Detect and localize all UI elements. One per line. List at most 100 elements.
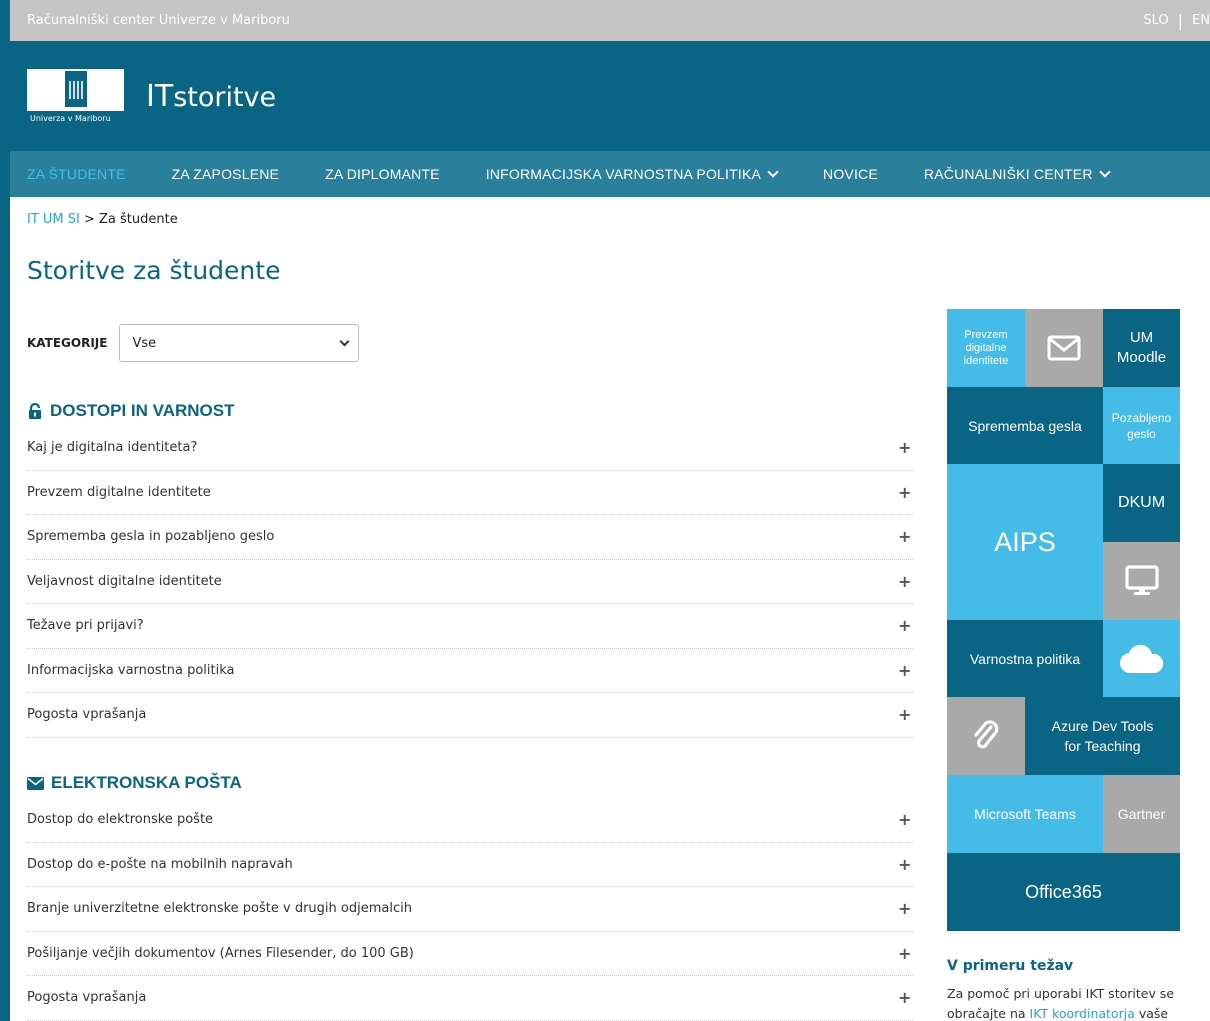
lang-slo-link[interactable]: SLO: [1143, 13, 1168, 28]
plus-icon: +: [898, 482, 912, 502]
chevron-down-icon: [340, 336, 350, 346]
item-label: Pošiljanje večjih dokumentov (Arnes File…: [27, 945, 414, 961]
logo-text: Univerza v Mariboru: [27, 111, 124, 127]
list-item[interactable]: Kaj je digitalna identiteta? +: [27, 426, 913, 471]
envelope-icon: [27, 776, 44, 790]
envelope-icon: [1047, 335, 1081, 361]
nav-za-diplomante[interactable]: ZA DIPLOMANTE: [325, 166, 440, 182]
plus-icon: +: [898, 810, 912, 830]
list-item[interactable]: Branje univerzitetne elektronske pošte v…: [27, 887, 913, 932]
item-label: Kaj je digitalna identiteta?: [27, 440, 198, 456]
tile-label: Office365: [1025, 881, 1102, 902]
tile-microsoft-teams[interactable]: Microsoft Teams: [947, 775, 1103, 853]
item-label: Pogosta vprašanja: [27, 707, 147, 723]
paperclip-icon: [974, 720, 999, 749]
university-logo[interactable]: Univerza v Mariboru: [27, 69, 124, 127]
section-title: ELEKTRONSKA POŠTA: [51, 773, 242, 792]
plus-icon: +: [898, 571, 912, 591]
brand-it: IT: [146, 79, 174, 114]
breadcrumb: IT UM SI > Za študente: [27, 212, 178, 227]
lang-eng-link[interactable]: ENG: [1192, 13, 1210, 28]
tile-azure-dev-tools[interactable]: Azure Dev Tools for Teaching: [1025, 697, 1180, 775]
nav-novice[interactable]: NOVICE: [823, 166, 878, 182]
tile-label: Microsoft Teams: [974, 806, 1076, 822]
item-label: Branje univerzitetne elektronske pošte v…: [27, 901, 412, 917]
tile-email[interactable]: [1025, 309, 1103, 387]
tile-computer[interactable]: [1103, 542, 1180, 620]
breadcrumb-current: Za študente: [99, 212, 178, 227]
tile-label: Pozabljeno geslo: [1111, 410, 1172, 441]
tile-dkum[interactable]: DKUM: [1103, 464, 1180, 542]
nav-label: NOVICE: [823, 166, 878, 182]
cloud-icon: [1119, 644, 1163, 673]
list-item[interactable]: Težave pri prijavi? +: [27, 604, 913, 649]
tile-attachment[interactable]: [947, 697, 1025, 775]
section-title: DOSTOPI IN VARNOST: [50, 401, 235, 420]
list-item[interactable]: Veljavnost digitalne identitete +: [27, 560, 913, 604]
tile-sprememba-gesla[interactable]: Sprememba gesla: [947, 387, 1103, 464]
tile-label: Prevzem digitalne identitete: [963, 328, 1009, 367]
page-title: Storitve za študente: [27, 256, 281, 285]
tile-label: Gartner: [1117, 806, 1166, 822]
category-select[interactable]: Vse: [119, 324, 360, 362]
nav-label: INFORMACIJSKA VARNOSTNA POLITIKA: [485, 166, 762, 182]
item-label: Težave pri prijavi?: [27, 618, 144, 634]
list-item[interactable]: Prevzem digitalne identitete +: [27, 471, 913, 515]
plus-icon: +: [898, 616, 912, 636]
tile-label: AIPS: [994, 526, 1056, 557]
tile-prevzem[interactable]: Prevzem digitalne identitete: [947, 309, 1025, 387]
quick-links-tiles: Prevzem digitalne identitete UM Moodle S…: [947, 309, 1180, 931]
list-item[interactable]: Pogosta vprašanja +: [27, 693, 913, 738]
section-heading: DOSTOPI IN VARNOST: [27, 396, 913, 426]
tile-gartner[interactable]: Gartner: [1103, 775, 1180, 853]
tile-label: DKUM: [1117, 494, 1166, 511]
language-switcher: SLO | ENG: [1143, 11, 1210, 30]
breadcrumb-home-link[interactable]: IT UM SI: [27, 212, 80, 227]
item-label: Dostop do elektronske pošte: [27, 812, 214, 828]
help-text: Za pomoč pri uporabi IKT storitev se obr…: [947, 984, 1187, 1021]
brand-rest: storitve: [173, 82, 277, 113]
tile-varnostna-politika[interactable]: Varnostna politika: [947, 620, 1103, 697]
page: Računalniški center Univerze v Mariboru …: [10, 0, 1210, 1021]
item-label: Informacijska varnostna politika: [27, 662, 235, 678]
tile-pozabljeno-geslo[interactable]: Pozabljeno geslo: [1103, 387, 1180, 464]
item-label: Sprememba gesla in pozabljeno geslo: [27, 529, 275, 545]
list-item[interactable]: Pošiljanje večjih dokumentov (Arnes File…: [27, 932, 913, 976]
category-filter: KATEGORIJE Vse: [27, 324, 360, 362]
lock-icon: [29, 403, 41, 419]
nav-label: ZA ZAPOSLENE: [171, 166, 280, 182]
tile-office365[interactable]: Office365: [947, 853, 1180, 931]
main-nav: ZA ŠTUDENTE ZA ZAPOSLENE ZA DIPLOMANTE I…: [10, 151, 1210, 197]
building-icon: [65, 71, 87, 107]
brand-title[interactable]: ITstoritve: [146, 79, 276, 116]
tile-cloud[interactable]: [1103, 620, 1180, 697]
site-header: Univerza v Mariboru ITstoritve: [10, 41, 1210, 151]
help-box: V primeru težav Za pomoč pri uporabi IKT…: [947, 958, 1187, 1021]
plus-icon: +: [898, 988, 912, 1008]
ikt-koordinator-link[interactable]: IKT koordinatorja: [1030, 1006, 1135, 1021]
lang-separator: |: [1177, 11, 1183, 30]
category-label: KATEGORIJE: [27, 336, 108, 350]
list-item[interactable]: Dostop do elektronske pošte +: [27, 798, 913, 843]
nav-label: RAČUNALNIŠKI CENTER: [923, 166, 1093, 182]
tile-label: Sprememba gesla: [968, 417, 1082, 434]
nav-racunalniski-center[interactable]: RAČUNALNIŠKI CENTER: [923, 166, 1111, 182]
plus-icon: +: [898, 438, 912, 458]
site-title: Računalniški center Univerze v Mariboru: [27, 13, 290, 28]
tile-aips[interactable]: AIPS: [947, 464, 1103, 620]
nav-za-zaposlene[interactable]: ZA ZAPOSLENE: [172, 166, 279, 182]
list-item[interactable]: Pogosta vprašanja +: [27, 976, 913, 1021]
nav-varnostna-politika[interactable]: INFORMACIJSKA VARNOSTNA POLITIKA: [485, 166, 779, 182]
tile-um-moodle[interactable]: UM Moodle: [1103, 309, 1180, 387]
nav-za-studente[interactable]: ZA ŠTUDENTE: [27, 166, 126, 182]
tile-label: Azure Dev Tools for Teaching: [1051, 718, 1154, 754]
list-item[interactable]: Informacijska varnostna politika +: [27, 649, 913, 693]
item-label: Prevzem digitalne identitete: [27, 484, 211, 500]
monitor-icon: [1124, 565, 1159, 595]
plus-icon: +: [898, 660, 912, 680]
section-elektronska-posta: ELEKTRONSKA POŠTA Dostop do elektronske …: [27, 768, 913, 1021]
list-item[interactable]: Sprememba gesla in pozabljeno geslo +: [27, 515, 913, 560]
breadcrumb-separator: >: [79, 212, 100, 227]
item-label: Veljavnost digitalne identitete: [27, 573, 222, 589]
list-item[interactable]: Dostop do e-pošte na mobilnih napravah +: [27, 843, 913, 887]
